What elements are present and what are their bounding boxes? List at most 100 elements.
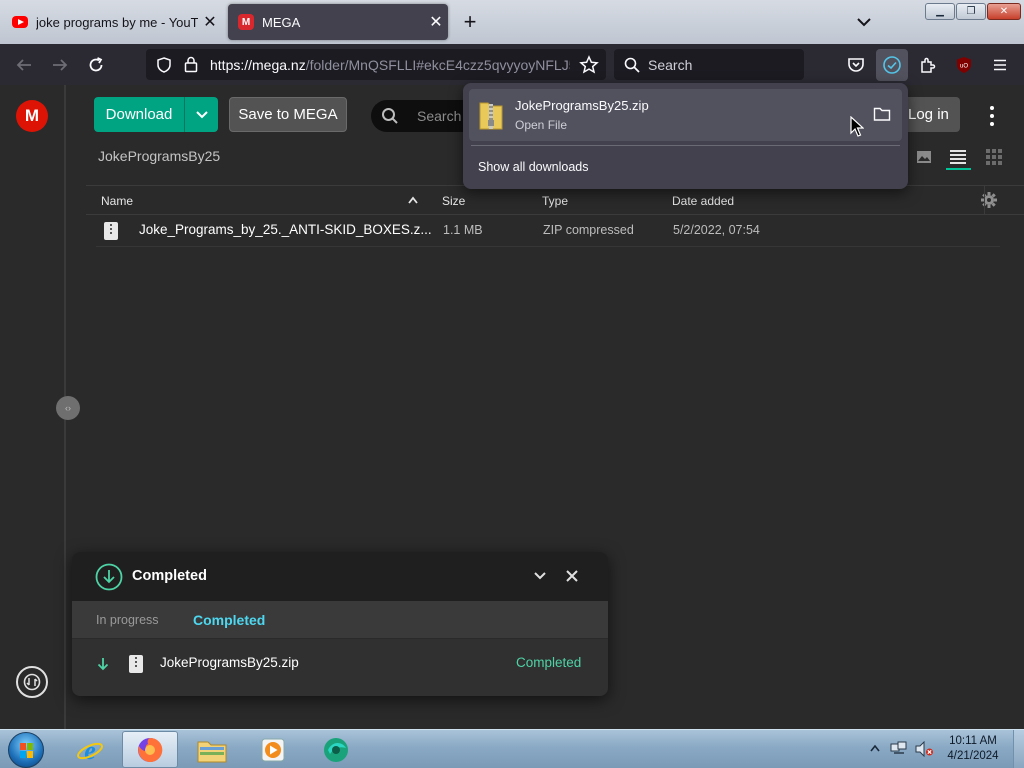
clock-date: 4/21/2024 [947,750,999,762]
close-tab-icon[interactable]: ✕ [424,12,448,32]
list-all-tabs-button[interactable] [852,10,876,34]
url-bar[interactable]: https://mega.nz/folder/MnQSFLLI#ekcE4czz… [146,49,606,80]
maximize-button[interactable]: ❐ [956,3,986,20]
download-label: Download [105,106,173,123]
sync-icon[interactable] [16,666,48,698]
folder-icon[interactable] [873,106,891,122]
reload-button[interactable] [83,52,109,78]
windows-logo-icon [20,743,33,758]
list-view-icon[interactable] [949,149,967,165]
close-icon[interactable] [566,570,578,582]
download-complete-icon [95,563,123,591]
tab-strip: joke programs by me - YouTube ✕ M MEGA ✕… [0,0,1024,44]
url-host: https://mega.nz [210,56,306,73]
login-button[interactable]: Log in [900,97,960,132]
start-button[interactable] [8,732,44,768]
file-type: ZIP compressed [543,223,634,237]
search-input[interactable]: Search [614,49,804,80]
tab-mega[interactable]: M MEGA ✕ [228,4,448,40]
folder-icon [197,741,227,762]
file-date-added: 5/2/2022, 07:54 [673,223,760,237]
show-desktop-button[interactable] [1013,730,1024,768]
volume-muted-icon[interactable] [914,741,934,757]
green-app-icon [324,737,348,762]
sort-ascending-icon[interactable] [408,196,418,204]
reload-icon [89,57,103,72]
tab-completed[interactable]: Completed [193,612,265,628]
minimize-button[interactable]: ▁ [925,3,955,20]
ublock-origin-icon: uO [957,57,971,73]
downloads-panel: JokeProgramsBy25.zip Open File Show all … [463,83,908,189]
chevron-down-icon[interactable] [534,572,546,580]
more-options-icon[interactable] [984,104,1000,128]
youtube-icon [12,16,28,28]
tab-in-progress[interactable]: In progress [96,613,159,627]
sidebar-toggle-handle[interactable]: ‹› [56,396,80,420]
mega-logo[interactable]: M [16,100,48,132]
url-text: https://mega.nz/folder/MnQSFLLI#ekcE4czz… [210,57,570,73]
star-bookmark-icon[interactable] [579,55,599,75]
image-view-icon[interactable] [916,150,932,164]
taskbar-internet-explorer[interactable]: e [62,731,118,768]
save-to-mega-button[interactable]: Save to MEGA [229,97,347,132]
taskbar-media-player[interactable] [245,731,301,768]
taskbar-file-explorer[interactable] [184,731,240,768]
zip-folder-icon [479,102,503,130]
transfer-widget-title: Completed [132,568,207,584]
show-all-downloads-link[interactable]: Show all downloads [478,160,589,174]
breadcrumb[interactable]: JokeProgramsBy25 [98,148,220,164]
app-menu-button[interactable] [987,52,1013,78]
file-name: Joke_Programs_by_25._ANTI-SKID_BOXES.z..… [139,222,432,237]
downloads-button[interactable] [876,49,908,81]
forward-button[interactable] [47,52,73,78]
transfer-manager-icon [23,673,41,691]
zip-file-icon [129,655,143,673]
network-icon[interactable] [890,741,908,757]
tab-youtube[interactable]: joke programs by me - YouTube ✕ [4,4,222,40]
windows-taskbar: e [0,729,1024,768]
search-icon [382,108,398,124]
list-item[interactable]: JokeProgramsBy25.zip Completed [72,640,608,688]
pocket-button[interactable] [843,52,869,78]
transfer-file-name: JokeProgramsBy25.zip [160,655,299,670]
pocket-icon [848,58,864,72]
lock-icon[interactable] [184,56,198,73]
grid-view-icon[interactable] [986,149,1002,165]
column-header-name[interactable]: Name [101,194,133,208]
arrow-left-icon [16,59,31,71]
column-header-type[interactable]: Type [542,194,568,208]
download-item[interactable]: JokeProgramsBy25.zip Open File [469,89,902,141]
taskbar-clock[interactable]: 10:11 AM 4/21/2024 [942,734,1004,764]
new-tab-button[interactable]: + [456,8,484,36]
show-hidden-icons-icon[interactable] [870,744,880,752]
mega-icon: M [238,14,254,30]
download-button[interactable]: Download [94,97,218,132]
file-table-header: Name Size Type Date added [86,185,1024,215]
taskbar-app-green[interactable] [308,731,364,768]
download-file-name: JokeProgramsBy25.zip [515,98,649,113]
puzzle-icon [921,57,936,73]
transfer-manager-widget: Completed In progress Completed JokeProg… [72,552,608,696]
column-header-date-added[interactable]: Date added [672,194,734,208]
url-path: /folder/MnQSFLLI#ekcE4czz5qvyyoyNFLJ5r [305,56,570,73]
hamburger-menu-icon [994,59,1006,71]
table-row[interactable]: Joke_Programs_by_25._ANTI-SKID_BOXES.z..… [96,216,1000,247]
svg-text:uO: uO [960,64,968,70]
taskbar-firefox[interactable] [122,731,178,768]
gear-icon[interactable] [980,191,998,209]
back-button[interactable] [11,52,37,78]
arrow-right-icon [53,59,68,71]
chevron-down-icon [857,18,871,27]
shield-icon[interactable] [156,57,172,73]
download-status: Open File [515,118,568,132]
column-header-size[interactable]: Size [442,194,465,208]
close-tab-icon[interactable]: ✕ [198,12,222,32]
mega-search-input[interactable]: Search [371,100,471,132]
download-options-dropdown[interactable] [184,97,218,132]
panel-divider [471,145,900,146]
extensions-button[interactable] [915,52,941,78]
ublock-button[interactable]: uO [951,52,977,78]
window-close-button[interactable]: ✕ [987,3,1021,20]
svg-text:e: e [84,736,96,765]
transfer-status: Completed [516,655,582,670]
